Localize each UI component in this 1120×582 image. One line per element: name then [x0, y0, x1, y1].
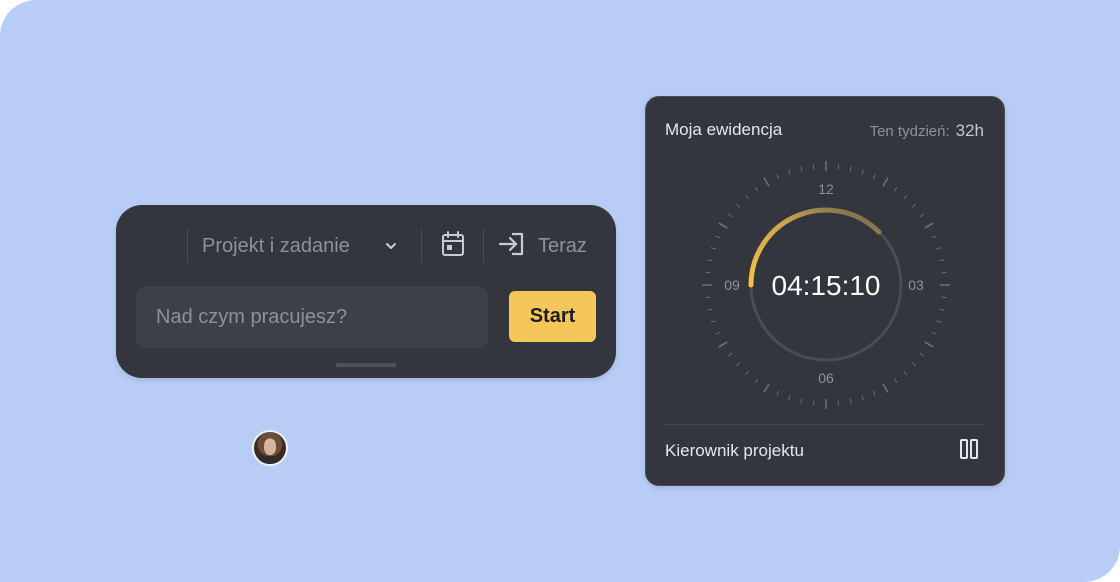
minor-tick	[893, 378, 898, 384]
minor-tick	[705, 271, 711, 274]
minor-tick	[872, 390, 876, 396]
minor-tick	[936, 247, 942, 250]
major-tick	[882, 383, 889, 393]
dial-label-12: 12	[818, 181, 834, 197]
major-tick	[718, 222, 728, 229]
minor-tick	[735, 203, 741, 208]
minor-tick	[754, 186, 759, 192]
major-tick	[763, 177, 770, 187]
minor-tick	[941, 296, 947, 299]
minor-tick	[715, 331, 721, 335]
minor-tick	[707, 259, 713, 262]
elapsed-time: 04:15:10	[772, 270, 881, 301]
major-tick	[882, 177, 889, 187]
background-canvas: Projekt i zadanie Teraz Nad czym pracuje…	[0, 0, 1120, 582]
card-title: Moja ewidencja	[665, 120, 783, 139]
major-tick	[718, 341, 728, 348]
minor-tick	[710, 320, 716, 323]
project-task-select[interactable]: Projekt i zadanie	[202, 227, 400, 265]
minor-tick	[893, 186, 898, 192]
minor-tick	[903, 370, 908, 376]
drag-handle[interactable]	[336, 363, 396, 367]
avatar[interactable]	[252, 430, 288, 466]
weekly-total: Ten tydzień: 32h	[870, 121, 984, 141]
time-entry-bar: Projekt i zadanie Teraz Nad czym pracuje…	[116, 205, 616, 466]
minor-tick	[715, 235, 721, 239]
minor-tick	[812, 400, 815, 406]
minor-tick	[941, 271, 947, 274]
calendar-icon	[441, 230, 465, 262]
minor-tick	[872, 174, 876, 180]
minor-tick	[837, 164, 840, 170]
major-tick	[924, 222, 934, 229]
minor-tick	[754, 378, 759, 384]
minor-tick	[861, 395, 864, 401]
pause-button[interactable]	[958, 438, 980, 465]
minor-tick	[849, 398, 852, 404]
pause-icon	[959, 438, 979, 465]
minor-tick	[707, 308, 713, 311]
minor-tick	[710, 247, 716, 250]
minor-tick	[776, 174, 780, 180]
minor-tick	[705, 296, 711, 299]
calendar-button[interactable]	[438, 230, 468, 262]
divider	[187, 229, 188, 263]
minor-tick	[776, 390, 780, 396]
minor-tick	[939, 308, 945, 311]
chevron-down-icon	[382, 237, 400, 255]
login-arrow-icon	[498, 231, 526, 262]
start-time-now-button[interactable]: Teraz	[498, 229, 587, 263]
minor-tick	[919, 352, 925, 357]
week-value: 32h	[955, 121, 984, 140]
minor-tick	[788, 169, 791, 175]
week-label: Ten tydzień:	[869, 123, 950, 140]
start-button[interactable]: Start	[509, 291, 596, 342]
minor-tick	[939, 259, 945, 262]
divider	[421, 229, 422, 263]
minor-tick	[931, 331, 937, 335]
minor-tick	[861, 169, 864, 175]
minor-tick	[727, 352, 733, 357]
minor-tick	[744, 194, 749, 200]
divider	[483, 229, 484, 263]
timer-card: Moja ewidencja Ten tydzień: 32h 12 03 06…	[645, 96, 1005, 486]
dial-label-09: 09	[724, 277, 740, 293]
minor-tick	[800, 166, 803, 172]
minor-tick	[727, 213, 733, 218]
minor-tick	[744, 370, 749, 376]
clock-dial: 12 03 06 09 04:15:10	[702, 161, 950, 409]
current-task: Kierownik projektu	[665, 441, 804, 460]
project-select-label: Projekt i zadanie	[202, 234, 350, 257]
minor-tick	[903, 194, 908, 200]
now-label: Teraz	[538, 234, 587, 257]
minor-tick	[800, 398, 803, 404]
minor-tick	[735, 362, 741, 367]
minor-tick	[936, 320, 942, 323]
minor-tick	[812, 164, 815, 170]
minor-tick	[931, 235, 937, 239]
minor-tick	[788, 395, 791, 401]
divider	[665, 424, 985, 425]
major-tick	[763, 383, 770, 393]
dial-label-03: 03	[908, 277, 924, 293]
major-tick	[924, 341, 934, 348]
dial-label-06: 06	[818, 370, 834, 386]
minor-tick	[911, 203, 917, 208]
minor-tick	[849, 166, 852, 172]
minor-tick	[837, 400, 840, 406]
minor-tick	[911, 362, 917, 367]
task-description-input[interactable]	[136, 286, 488, 348]
minor-tick	[919, 213, 925, 218]
